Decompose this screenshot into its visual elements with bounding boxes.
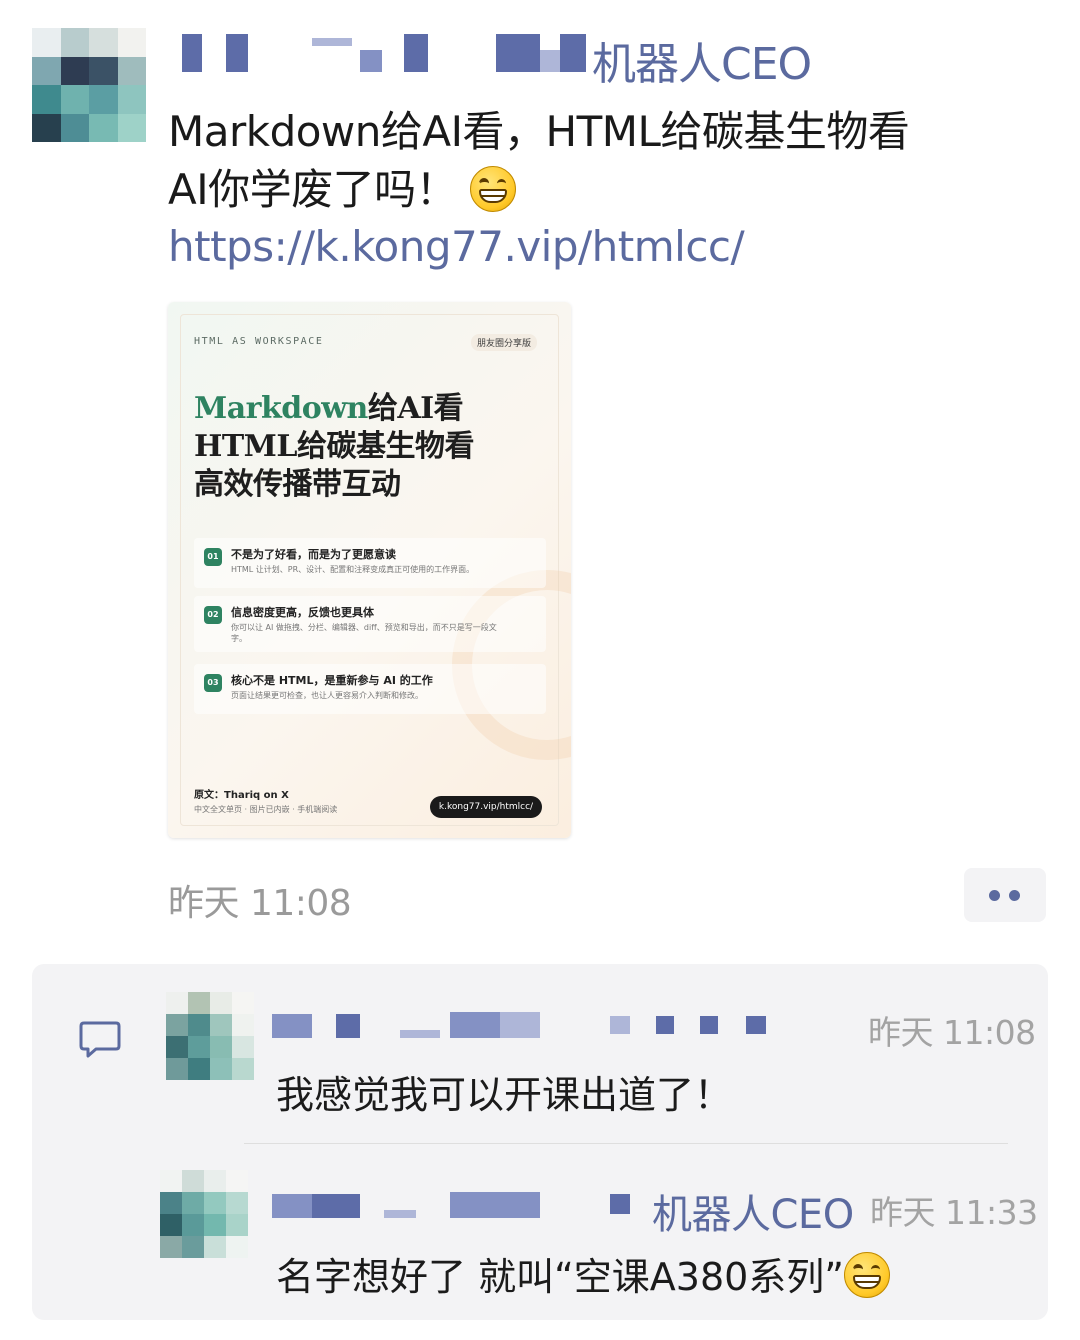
- redacted-name-block: [610, 1194, 630, 1214]
- redacted-name-block: [360, 50, 382, 72]
- redacted-name-block: [272, 1194, 312, 1218]
- post-text-line-2: AI你学废了吗！: [168, 162, 516, 218]
- post-time: 昨天 11:08: [168, 883, 352, 924]
- grin-emoji-icon: [469, 166, 516, 212]
- post-text-line: Markdown给AI看，HTML给碳基生物看: [168, 107, 910, 156]
- feature-desc: 你可以让 AI 做拖拽、分栏、编辑器、diff、预览和导出，而不只是写一段文字。: [231, 623, 497, 643]
- redacted-name-block: [746, 1016, 766, 1034]
- card-kicker: HTML AS WORKSPACE: [194, 336, 324, 347]
- card-title-line2: HTML给碳基生物看: [194, 429, 474, 464]
- feature-title: 不是为了好看，而是为了更愿意读: [231, 548, 396, 561]
- redacted-name-block: [500, 1012, 540, 1038]
- feature-number: 01: [204, 548, 222, 566]
- comment-text: 名字想好了 就叫“空课A380系列”: [276, 1255, 844, 1299]
- comment-time: 昨天 11:33: [870, 1193, 1038, 1232]
- redacted-name-block: [450, 1012, 500, 1038]
- redacted-name-block: [226, 34, 248, 72]
- feature-desc: HTML 让计划、PR、设计、配置和注释变成真正可使用的工作界面。: [231, 565, 475, 574]
- redacted-name-block: [272, 1014, 312, 1038]
- redacted-name-block: [610, 1016, 630, 1034]
- post-image-card[interactable]: HTML AS WORKSPACE 朋友圈分享版 Markdown给AI看 HT…: [168, 302, 571, 838]
- redacted-name-block: [560, 34, 586, 72]
- redacted-name-block: [450, 1192, 540, 1218]
- comment-text: 我感觉我可以开课出道了！: [276, 1073, 733, 1117]
- commenter-name[interactable]: 机器人CEO: [652, 1182, 854, 1240]
- redacted-name-block: [540, 50, 560, 72]
- card-title-accent: Markdown: [194, 391, 368, 426]
- comment-text-line: 名字想好了 就叫“空课A380系列”: [276, 1246, 890, 1301]
- redacted-name-block: [182, 34, 202, 72]
- redacted-name-block: [400, 1030, 440, 1038]
- comment-bubble-icon: [79, 1021, 121, 1058]
- card-feature: 03 核心不是 HTML，是重新参与 AI 的工作 页面让结果更可检查，也让人更…: [194, 664, 546, 714]
- redacted-name-block: [336, 1014, 360, 1038]
- comment-divider: [244, 1143, 1008, 1144]
- feature-number: 03: [204, 674, 222, 692]
- redacted-name-block: [312, 38, 352, 46]
- card-source: 原文：Thariq on X: [194, 790, 289, 801]
- card-url-pill: k.kong77.vip/htmlcc/: [430, 796, 542, 818]
- redacted-name-block: [496, 34, 540, 72]
- commenter-avatar[interactable]: [166, 992, 254, 1080]
- grin-emoji-icon: [843, 1252, 890, 1298]
- more-dots-icon[interactable]: [964, 868, 1046, 922]
- redacted-name-block: [700, 1016, 718, 1034]
- card-title-line3: 高效传播带互动: [194, 467, 401, 502]
- card-title: Markdown给AI看 HTML给碳基生物看 高效传播带互动: [194, 390, 474, 504]
- card-feature: 02 信息密度更高，反馈也更具体 你可以让 AI 做拖拽、分栏、编辑器、diff…: [194, 596, 546, 652]
- card-feature: 01 不是为了好看，而是为了更愿意读 HTML 让计划、PR、设计、配置和注释变…: [194, 538, 546, 588]
- feature-title: 信息密度更高，反馈也更具体: [231, 606, 374, 619]
- comment-time: 昨天 11:08: [868, 1013, 1036, 1052]
- feature-title: 核心不是 HTML，是重新参与 AI 的工作: [231, 674, 433, 687]
- dot: [1009, 890, 1020, 901]
- post-text-line-2-text: AI你学废了吗！: [168, 165, 458, 214]
- card-title-line1: 给AI看: [367, 391, 464, 426]
- redacted-name-block: [656, 1016, 674, 1034]
- author-avatar[interactable]: [32, 28, 146, 142]
- feature-desc: 页面让结果更可检查，也让人更容易介入判断和修改。: [231, 691, 423, 700]
- redacted-name-block: [384, 1210, 416, 1218]
- feature-number: 02: [204, 606, 222, 624]
- card-tag: 朋友圈分享版: [470, 334, 537, 351]
- redacted-name-block: [404, 34, 428, 72]
- dot: [989, 890, 1000, 901]
- commenter-avatar[interactable]: [160, 1170, 248, 1258]
- card-source-sub: 中文全文单页 · 图片已内嵌 · 手机端阅读: [194, 805, 338, 814]
- author-name[interactable]: 机器人CEO: [592, 28, 812, 92]
- post-link[interactable]: https://k.kong77.vip/htmlcc/: [168, 222, 745, 271]
- redacted-name-block: [312, 1194, 360, 1218]
